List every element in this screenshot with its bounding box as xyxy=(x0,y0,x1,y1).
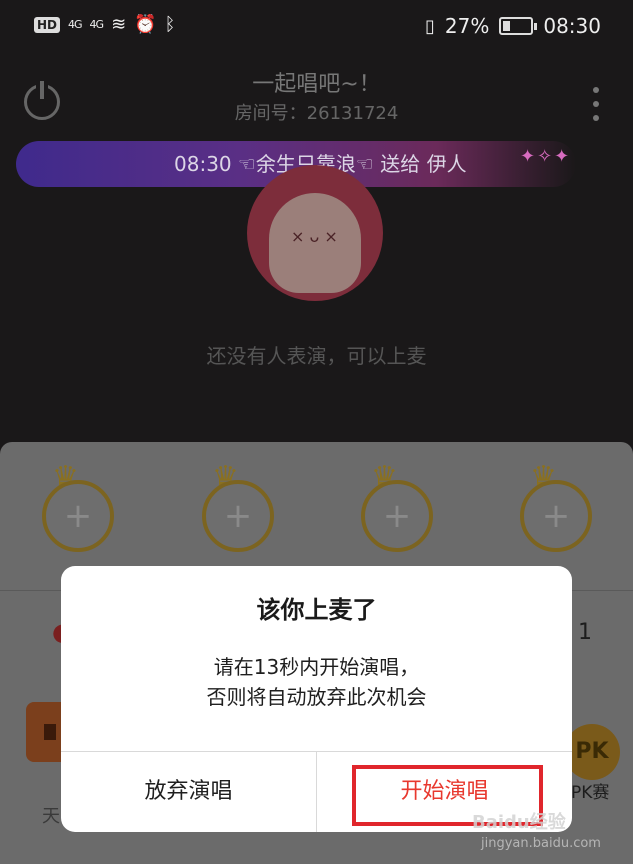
wifi-icon: ≋ xyxy=(111,14,127,35)
dialog-title: 该你上麦了 xyxy=(256,596,377,624)
dialog-message-line1: 请在13秒内开始演唱， xyxy=(213,655,420,679)
mic-slot-2[interactable]: ♛ + xyxy=(202,460,274,560)
clock: 08:30 xyxy=(543,14,601,38)
add-icon: + xyxy=(223,496,253,536)
battery-icon xyxy=(499,17,538,35)
sparkle-icon: ✦✧✦ xyxy=(520,146,572,167)
battery-percent: 27% xyxy=(444,14,490,38)
vibrate-icon: ▯ xyxy=(425,15,435,37)
add-icon: + xyxy=(541,496,571,536)
room-title: 一起唱吧~！ xyxy=(252,72,381,97)
watermark-url: jingyan.baidu.com xyxy=(481,836,601,851)
add-icon: + xyxy=(382,496,412,536)
pk-label: PK赛 xyxy=(571,783,610,803)
mascot-avatar: × ᴗ × xyxy=(247,165,383,301)
more-options-icon[interactable] xyxy=(593,87,599,121)
bluetooth-icon: ᛒ xyxy=(164,14,176,35)
room-id: 房间号：26131724 xyxy=(234,103,399,124)
hd-icon: HD xyxy=(34,16,61,33)
signal-icon-2: 4G xyxy=(89,18,104,31)
add-icon: + xyxy=(63,496,93,536)
mic-slot-1[interactable]: ♛ + xyxy=(42,460,114,560)
pk-badge[interactable]: PK xyxy=(564,724,620,780)
dialog-message-line2: 否则将自动放弃此次机会 xyxy=(206,685,427,709)
dialog-message: 请在13秒内开始演唱， 否则将自动放弃此次机会 xyxy=(61,652,572,712)
queue-count: 1 xyxy=(578,620,592,645)
watermark-brand: Baidu经验 xyxy=(472,812,566,833)
status-bar: HD 4G 4G ≋ ⏰ ᛒ ▯ 27% 08:30 xyxy=(0,0,633,56)
mic-slot-4[interactable]: ♛ + xyxy=(520,460,592,560)
signal-icon: 4G xyxy=(68,18,82,31)
alarm-icon: ⏰ xyxy=(134,14,157,35)
give-up-button[interactable]: 放弃演唱 xyxy=(61,752,316,832)
empty-stage-text: 还没有人表演，可以上麦 xyxy=(206,344,427,368)
mic-slot-3[interactable]: ♛ + xyxy=(361,460,433,560)
